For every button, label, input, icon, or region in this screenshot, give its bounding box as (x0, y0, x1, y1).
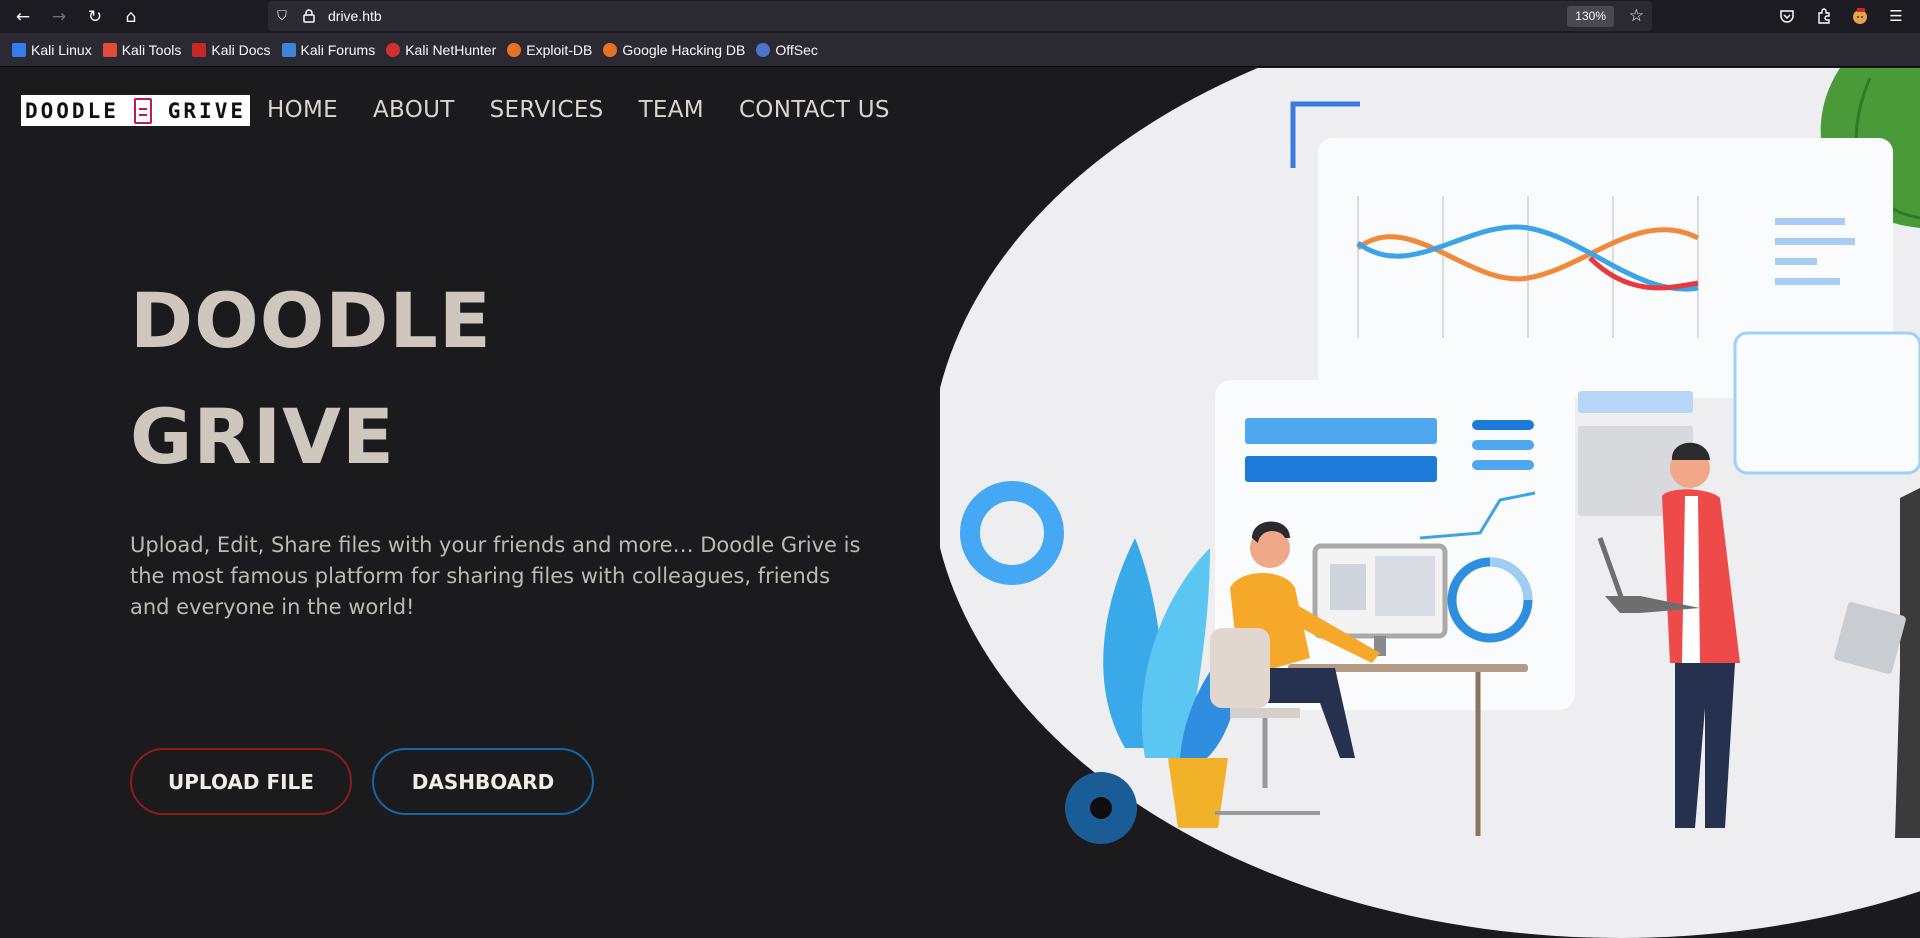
pocket-icon[interactable] (1776, 5, 1798, 27)
plant-pot (1168, 758, 1228, 828)
bookmark-kali-forums[interactable]: Kali Forums (281, 42, 375, 58)
main-nav: HOME ABOUT SERVICES TEAM CONTACT US (267, 97, 925, 123)
zoom-level-badge[interactable]: 130% (1567, 6, 1614, 27)
profile-card (1733, 331, 1920, 475)
upload-file-button[interactable]: UPLOAD FILE (130, 748, 352, 815)
address-bar[interactable]: ⛉ drive.htb 130% ☆ (268, 1, 1652, 31)
nav-team[interactable]: TEAM (639, 97, 704, 123)
kali-linux-icon (12, 42, 26, 57)
url-text[interactable]: drive.htb (328, 8, 382, 24)
bookmarks-bar: Kali Linux Kali Tools Kali Docs Kali For… (0, 33, 1920, 67)
browser-toolbar: ← → ↻ ⌂ ⛉ drive.htb 130% ☆ ☰ (0, 0, 1920, 33)
nav-contact-us[interactable]: CONTACT US (739, 97, 890, 123)
back-arrow-icon[interactable]: ← (10, 4, 36, 30)
office-chair (1210, 628, 1270, 708)
profile-icon[interactable] (1849, 5, 1871, 27)
logo-word-left: DOODLE (25, 98, 119, 123)
extensions-icon[interactable] (1813, 5, 1835, 27)
hero-illustration (940, 68, 1920, 938)
menu-icon[interactable]: ☰ (1885, 5, 1907, 27)
bookmark-kali-docs[interactable]: Kali Docs (192, 42, 271, 58)
hero-title-line2: GRIVE (130, 392, 395, 481)
bookmark-kali-tools[interactable]: Kali Tools (102, 42, 181, 58)
site-logo[interactable]: DOODLE GRIVE (21, 95, 250, 126)
bookmark-offsec[interactable]: OffSec (756, 42, 818, 58)
dashboard-button[interactable]: DASHBOARD (372, 748, 594, 815)
reload-icon[interactable]: ↻ (82, 4, 108, 30)
google-hacking-db-icon (603, 42, 618, 57)
bookmark-google-hacking-db[interactable]: Google Hacking DB (603, 42, 745, 58)
logo-word-right: GRIVE (167, 98, 246, 123)
hero-description: Upload, Edit, Share files with your frie… (130, 533, 861, 619)
nav-services[interactable]: SERVICES (490, 97, 604, 123)
forward-arrow-icon[interactable]: → (46, 4, 72, 30)
bookmark-kali-nethunter[interactable]: Kali NetHunter (386, 42, 496, 58)
nav-home[interactable]: HOME (267, 97, 338, 123)
web-page: DOODLE GRIVE HOME ABOUT SERVICES TEAM CO… (0, 68, 1920, 938)
home-icon[interactable]: ⌂ (118, 4, 144, 30)
nav-about[interactable]: ABOUT (373, 97, 455, 123)
kali-forums-icon (281, 42, 296, 57)
shield-icon[interactable]: ⛉ (274, 8, 290, 24)
bookmark-exploit-db[interactable]: Exploit-DB (507, 42, 592, 58)
exploit-db-icon (507, 42, 522, 57)
hero-title-line1: DOODLE (130, 276, 492, 365)
kali-docs-icon (192, 42, 207, 57)
kali-tools-icon (102, 42, 117, 57)
offsec-icon (756, 42, 771, 57)
kali-nethunter-icon (386, 42, 401, 57)
star-icon[interactable]: ☆ (1629, 6, 1644, 26)
lock-icon[interactable] (301, 8, 317, 24)
bookmark-kali-linux[interactable]: Kali Linux (12, 42, 92, 58)
document-icon (134, 97, 153, 124)
